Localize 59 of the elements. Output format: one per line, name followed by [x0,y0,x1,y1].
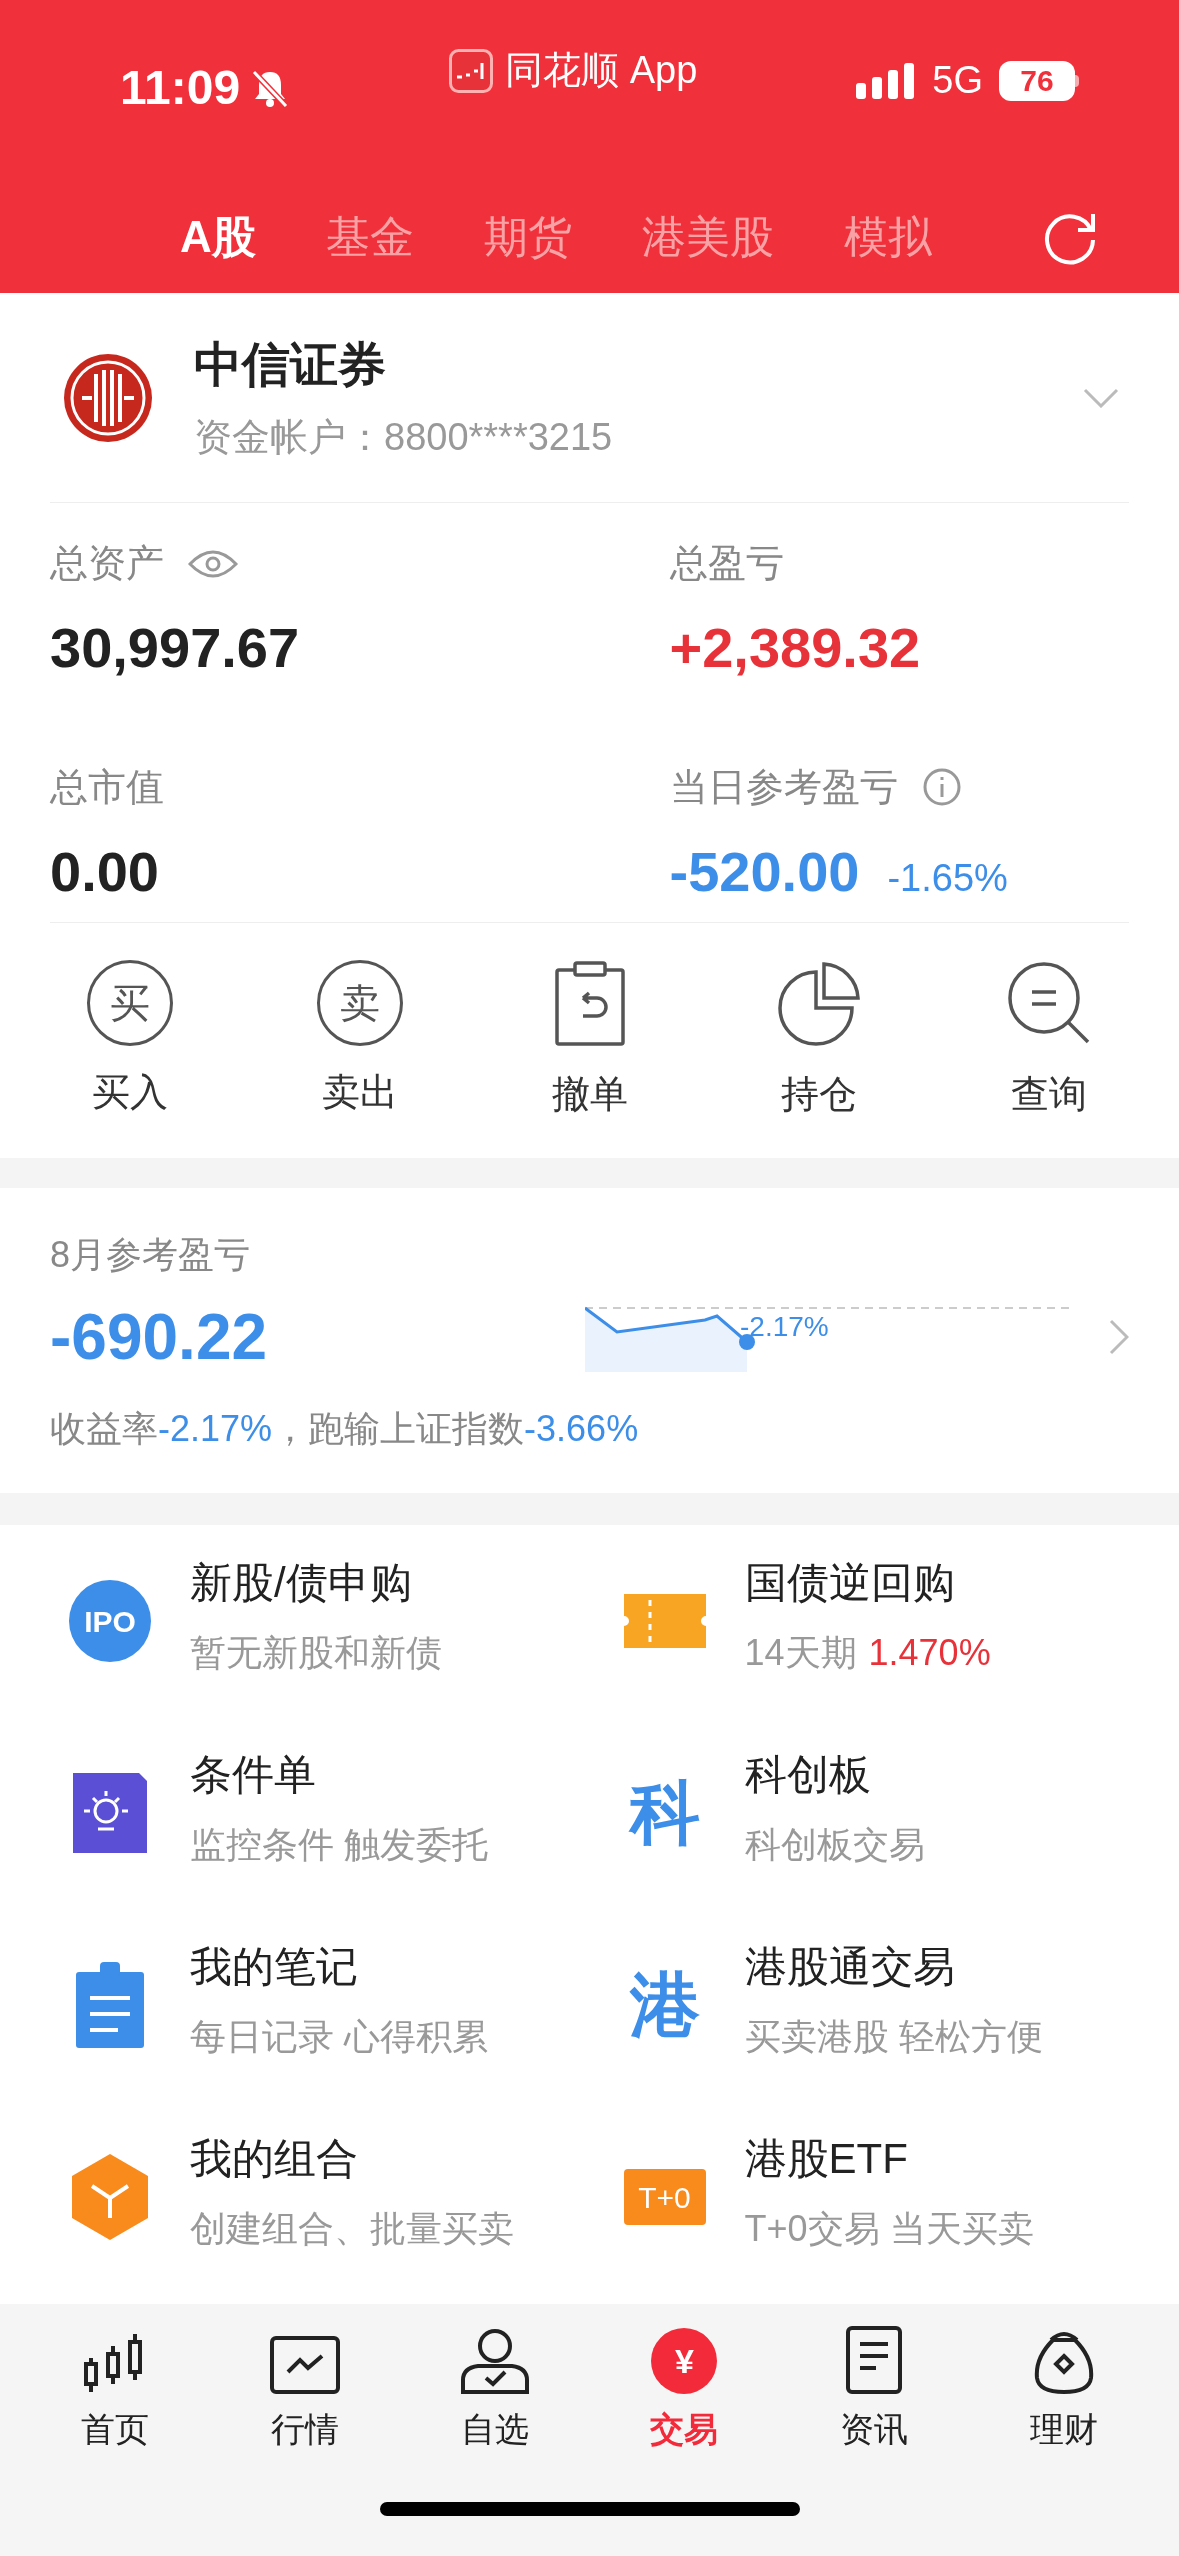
stat-value: +2,389.32 [669,615,921,681]
service-item[interactable]: 科 科创板 科创板交易 [589,1727,1179,1919]
service-item[interactable]: 港 港股通交易 买卖港股 轻松方便 [589,1919,1179,2111]
stat-label: 总市值 [50,764,164,810]
notepad-icon [76,1962,144,2048]
stat-percent: -1.65% [887,855,1008,901]
broker-name: 中信证券 [194,337,387,393]
market-tab[interactable]: A股 [180,203,256,270]
chevron-down-icon[interactable] [1083,387,1119,408]
line-chart-icon [269,2336,340,2394]
nav-tab[interactable]: 自选 [419,2324,570,2455]
stat-value: -520.00 [669,838,860,905]
stat-label: 当日参考盈亏 [669,764,898,810]
broker-logo-icon [62,351,154,444]
ipo-icon: IPO [69,1580,151,1662]
cube-icon [72,2154,148,2240]
nav-tab[interactable]: 理财 [989,2324,1140,2455]
action-button[interactable]: 撤单 [519,958,660,1123]
app-logo-icon [449,48,494,93]
stat-label: 总盈亏 [669,541,784,586]
t-plus-zero-icon: T+0 [623,2169,706,2225]
nav-tab[interactable]: 首页 [39,2324,190,2455]
character-icon: 科 [623,1778,706,1848]
action-button[interactable]: 买 买入 [60,960,200,1121]
service-item[interactable]: IPO 新股/债申购 暂无新股和新债 [0,1535,590,1727]
person-check-icon [459,2328,530,2394]
monthly-title: 8月参考盈亏 [50,1233,252,1277]
stat-label: 总资产 [50,541,164,586]
service-item[interactable]: 我的组合 创建组合、批量买卖 [0,2111,590,2303]
monthly-card[interactable]: 8月参考盈亏 -690.22 -2.17% 收益率-2.17%，跑输上证指数-3.66% [0,1188,1179,1493]
document-icon [846,2326,903,2394]
nav-tab[interactable]: 资讯 [799,2324,950,2455]
sell-icon: 卖 [316,960,403,1046]
buy-icon: 买 [87,960,173,1046]
nav-tab[interactable]: 行情 [229,2324,380,2455]
stat-value: 30,997.67 [50,615,300,681]
lightbulb-card-icon [73,1773,147,1853]
service-item[interactable]: 国债逆回购 14天期 1.470% [589,1535,1179,1727]
action-button[interactable]: 持仓 [749,958,890,1123]
nav-tab[interactable]: ¥ 交易 [609,2324,760,2455]
service-item[interactable]: T+0 港股ETF T+0交易 当天买卖 [589,2111,1179,2303]
service-item[interactable]: 我的笔记 每日记录 心得积累 [0,1919,590,2111]
yen-badge-icon: ¥ [651,2328,718,2394]
character-icon: 港 [623,1970,706,2040]
ticket-icon [623,1594,706,1648]
account-number: 资金帐户：8800****3215 [194,415,613,460]
sparkline-label: -2.17% [740,1310,829,1344]
signal-icon [856,60,917,101]
monthly-value: -690.22 [50,1300,269,1375]
info-icon[interactable] [921,767,962,807]
service-item[interactable]: 条件单 监控条件 触发委托 [0,1727,590,1919]
network-label: 5G [932,58,983,103]
chevron-right-icon [1109,1319,1129,1355]
action-button[interactable]: 卖 卖出 [289,960,430,1121]
app-name: 同花顺 App [505,48,698,93]
status-time: 11:09 [120,60,241,116]
stat-value: 0.00 [50,838,159,905]
action-button[interactable]: 查询 [979,958,1119,1123]
monthly-summary: 收益率-2.17%，跑输上证指数-3.66% [50,1407,640,1451]
